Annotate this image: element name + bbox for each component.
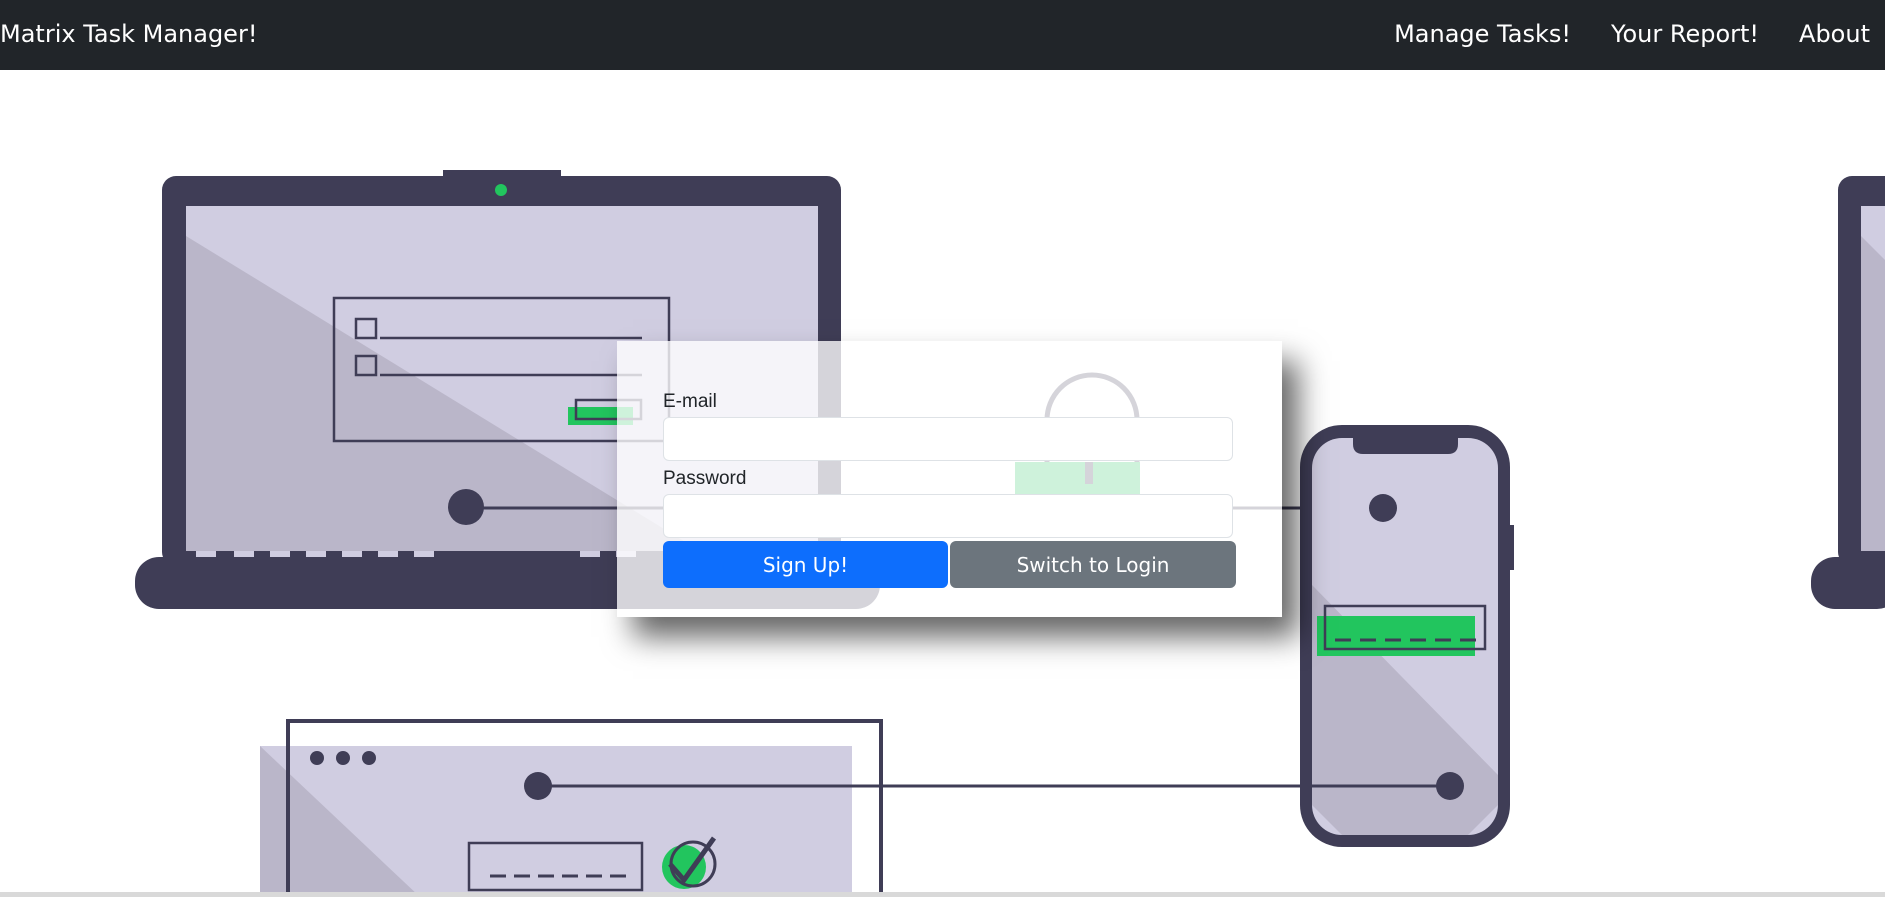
nav-links: Manage Tasks! Your Report! About [1394, 0, 1885, 70]
phone-illustration [1300, 425, 1514, 847]
nav-link-your-report[interactable]: Your Report! [1611, 0, 1759, 70]
laptop-camera-icon [495, 184, 507, 196]
email-input[interactable] [663, 417, 1233, 461]
switch-to-login-button[interactable]: Switch to Login [950, 541, 1236, 588]
email-label: E-mail [663, 391, 717, 412]
sign-up-button[interactable]: Sign Up! [663, 541, 948, 588]
signup-modal: E-mail Password Sign Up! Switch to Login [617, 341, 1282, 617]
brand-title[interactable]: Matrix Task Manager! [0, 0, 257, 68]
nav-link-manage-tasks[interactable]: Manage Tasks! [1394, 0, 1571, 70]
nav-link-about[interactable]: About [1799, 0, 1870, 70]
password-input[interactable] [663, 494, 1233, 538]
password-label: Password [663, 468, 747, 489]
horizontal-scrollbar[interactable] [0, 892, 1885, 897]
top-navbar: Matrix Task Manager! Manage Tasks! Your … [0, 0, 1885, 70]
browser-illustration [260, 719, 1450, 897]
laptop-illustration-right [1811, 176, 1885, 609]
